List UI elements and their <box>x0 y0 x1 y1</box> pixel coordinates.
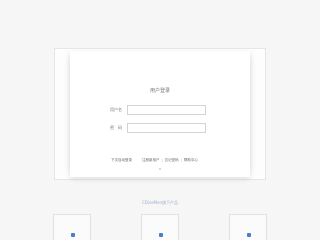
username-input[interactable] <box>127 105 206 115</box>
link-separator: | <box>161 158 163 162</box>
product-tile[interactable] <box>141 214 179 240</box>
forgot-password-link[interactable]: 忘记密码 <box>165 158 179 163</box>
password-row: 密 码 <box>110 123 206 133</box>
carousel-dot <box>159 168 161 170</box>
username-label: 用户名 <box>110 107 122 112</box>
product-icon <box>159 233 163 237</box>
password-input[interactable] <box>127 123 206 133</box>
login-card: 用户登录 用户名 密 码 下次自动登录 注册新用户 | 忘记密码 | 帮助中心 <box>70 51 250 177</box>
help-link[interactable]: 帮助中心 <box>184 158 198 163</box>
link-separator: | <box>180 158 182 162</box>
login-page: 用户登录 用户名 密 码 下次自动登录 注册新用户 | 忘记密码 | 帮助中心 … <box>0 0 320 240</box>
password-label: 密 码 <box>110 125 122 130</box>
remember-me-checkbox[interactable]: 下次自动登录 <box>111 158 132 163</box>
login-title: 用户登录 <box>149 88 170 94</box>
product-caption: CDiseMen旗下产品 <box>142 200 178 205</box>
register-link[interactable]: 注册新用户 <box>142 158 160 163</box>
product-tile[interactable] <box>53 214 91 240</box>
username-row: 用户名 <box>110 105 206 115</box>
product-icon <box>247 233 251 237</box>
product-tile[interactable] <box>229 214 267 240</box>
product-icon <box>71 233 75 237</box>
login-links: 下次自动登录 注册新用户 | 忘记密码 | 帮助中心 <box>111 157 241 163</box>
